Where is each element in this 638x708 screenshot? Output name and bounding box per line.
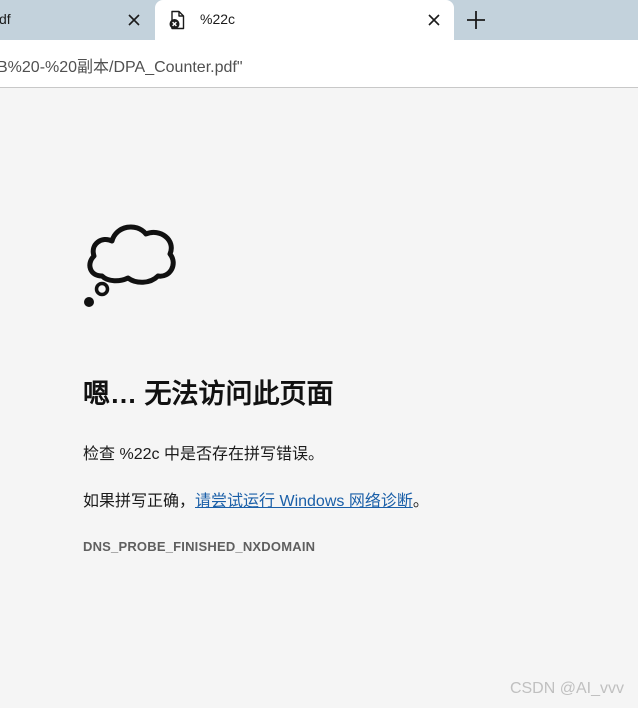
file-error-icon xyxy=(169,10,185,30)
spelling-check-text: 检查 %22c 中是否存在拼写错误。 xyxy=(83,440,324,464)
close-icon[interactable] xyxy=(426,12,442,28)
close-icon[interactable] xyxy=(126,12,142,28)
spelling-suffix: 。 xyxy=(412,493,429,510)
error-heading: 嗯… 无法访问此页面 xyxy=(83,379,334,409)
tab-pdf[interactable]: df xyxy=(0,0,154,40)
spelling-prefix: 如果拼写正确， xyxy=(83,493,196,510)
diagnostics-text: 如果拼写正确，请尝试运行 Windows 网络诊断。 xyxy=(83,487,429,511)
thought-cloud-icon xyxy=(84,224,176,307)
tab-title: %22c xyxy=(200,11,236,27)
address-text: B%20-%20副本/DPA_Counter.pdf" xyxy=(0,59,243,76)
network-diagnostics-link[interactable]: 请尝试运行 Windows 网络诊断 xyxy=(195,493,413,510)
host-name: %22c xyxy=(119,446,160,463)
tab-active-22c[interactable]: %22c xyxy=(155,0,454,40)
tab-title: df xyxy=(0,11,11,27)
address-input[interactable]: B%20-%20副本/DPA_Counter.pdf" xyxy=(0,46,638,78)
address-bar: B%20-%20副本/DPA_Counter.pdf" xyxy=(0,40,638,88)
tab-strip: df %22c xyxy=(0,0,638,40)
watermark: CSDN @AI_vvv xyxy=(509,680,624,697)
plus-icon[interactable] xyxy=(462,6,490,34)
check-suffix: 中是否存在拼写错误。 xyxy=(163,446,324,463)
check-prefix: 检查 xyxy=(83,446,116,463)
error-code: DNS_PROBE_FINISHED_NXDOMAIN xyxy=(83,539,316,554)
